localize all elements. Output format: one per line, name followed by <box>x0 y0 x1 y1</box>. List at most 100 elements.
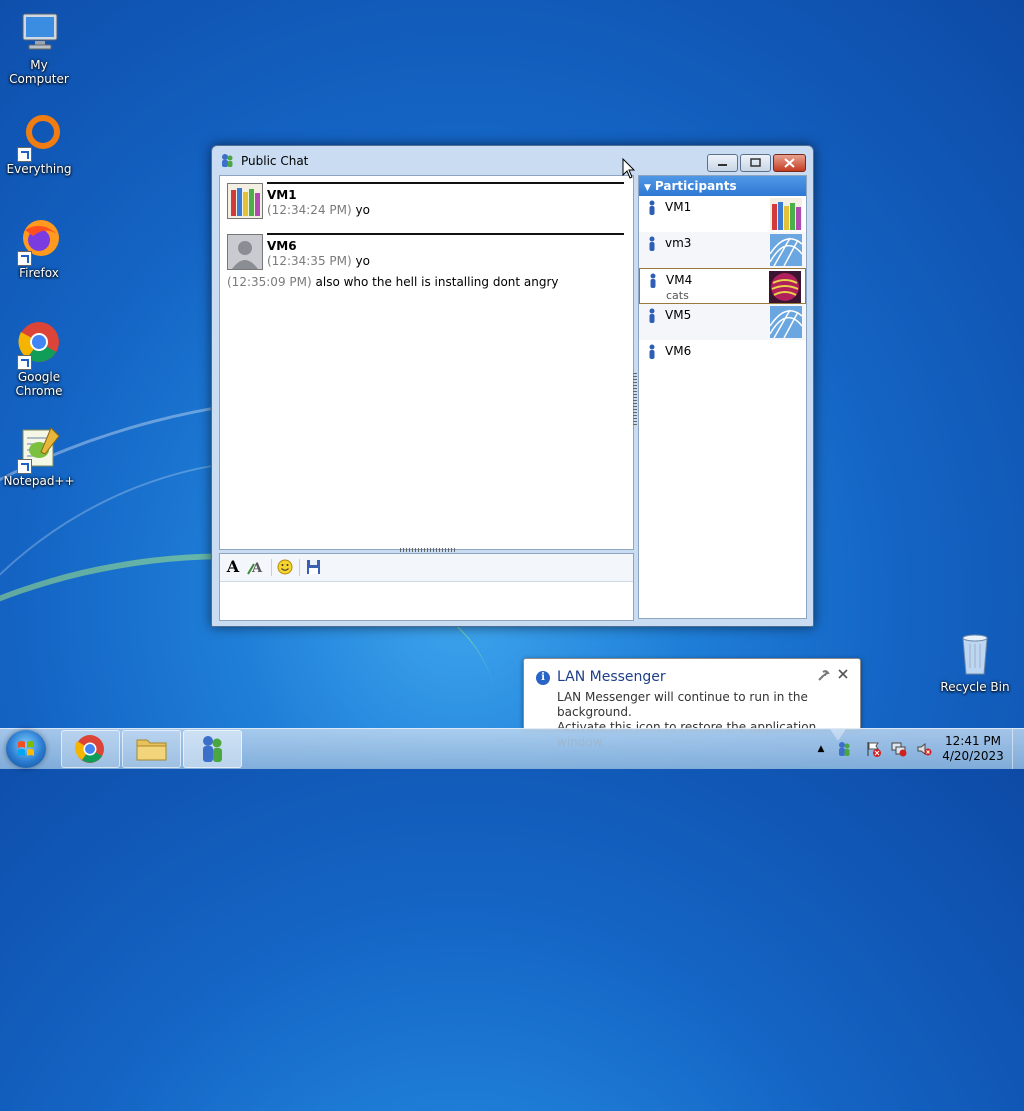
message-time: (12:34:35 PM) <box>267 254 352 268</box>
firefox-icon <box>15 216 63 266</box>
desktop-icon-google-chrome[interactable]: Google Chrome <box>0 320 78 398</box>
tray-volume[interactable] <box>916 741 932 757</box>
participant-name: vm3 <box>665 236 692 250</box>
user-status-icon <box>649 344 655 359</box>
title-bar[interactable]: Public Chat <box>212 146 813 174</box>
avatar <box>227 234 263 270</box>
message-text: yo <box>355 203 370 217</box>
network-icon <box>891 742 907 757</box>
horizontal-splitter-handle[interactable] <box>400 548 455 552</box>
chrome-icon <box>75 735 104 763</box>
everything-icon <box>15 112 63 162</box>
close-icon <box>838 669 848 679</box>
show-hidden-icons-button[interactable]: ▲ <box>813 741 829 757</box>
message-divider <box>267 233 624 235</box>
message-line: (12:35:09 PM) also who the hell is insta… <box>227 275 559 289</box>
maximize-button[interactable] <box>740 154 771 172</box>
chevron-down-icon: ▼ <box>644 183 651 193</box>
smiley-icon <box>277 559 293 575</box>
svg-text:A: A <box>251 561 263 576</box>
shortcut-arrow-icon <box>17 355 32 370</box>
shortcut-arrow-icon <box>17 251 32 266</box>
font-color-button[interactable]: A <box>246 558 266 576</box>
toolbar-separator <box>271 559 272 576</box>
participant-avatar <box>770 306 802 338</box>
save-conversation-button[interactable] <box>303 558 323 576</box>
desktop-icon-label: Notepad++ <box>3 474 75 488</box>
avatar <box>227 183 263 219</box>
computer-icon <box>15 8 63 56</box>
taskbar-clock[interactable]: 12:41 PM 4/20/2023 <box>940 734 1006 764</box>
lan-messenger-icon <box>839 742 850 756</box>
participant-item[interactable]: VM4 cats <box>639 268 806 304</box>
lan-messenger-icon <box>203 736 222 762</box>
message-divider <box>267 182 624 184</box>
participant-item[interactable]: vm3 <box>639 232 806 268</box>
message-time: (12:35:09 PM) <box>227 275 312 289</box>
notepad-plus-plus-icon <box>15 424 63 474</box>
show-desktop-button[interactable] <box>1012 729 1024 769</box>
participant-avatar <box>770 198 802 230</box>
info-icon: i <box>536 671 550 685</box>
taskbar-chrome[interactable] <box>61 730 120 768</box>
notification-close-button[interactable] <box>836 667 850 681</box>
clock-time: 12:41 PM <box>945 734 1001 748</box>
desktop-icon-label: Everything <box>6 162 72 176</box>
taskbar-lan-messenger[interactable] <box>183 730 242 768</box>
volume-muted-icon <box>917 743 932 756</box>
desktop-icon-label: Recycle Bin <box>940 680 1010 694</box>
user-status-icon <box>649 200 655 215</box>
minimize-button[interactable] <box>707 154 738 172</box>
desktop-icon-my-computer[interactable]: My Computer <box>0 8 78 86</box>
shortcut-arrow-icon <box>17 147 32 162</box>
tray-action-center[interactable] <box>866 741 882 757</box>
message-input[interactable] <box>220 582 631 618</box>
participant-name: VM4 <box>666 273 693 287</box>
shortcut-arrow-icon <box>17 459 32 474</box>
notification-title: LAN Messenger <box>557 669 666 685</box>
desktop-icon-recycle-bin[interactable]: Recycle Bin <box>936 630 1014 694</box>
mouse-cursor-icon <box>622 158 636 179</box>
notification-balloon[interactable]: i LAN Messenger LAN Messenger will conti… <box>523 658 861 749</box>
participant-name: VM6 <box>665 344 692 358</box>
clock-date: 4/20/2023 <box>942 749 1004 763</box>
message-line: (12:34:24 PM) yo <box>267 203 370 217</box>
desktop-icon-notepad-plus-plus[interactable]: Notepad++ <box>0 424 78 488</box>
participant-item[interactable]: VM5 <box>639 304 806 340</box>
conversation-area[interactable]: VM1 (12:34:24 PM) yo VM6 (12:34:35 PM) y… <box>219 175 634 550</box>
notification-line: LAN Messenger will continue to run in th… <box>557 690 808 719</box>
participants-header[interactable]: ▼ Participants <box>639 176 806 196</box>
message-sender: VM1 <box>267 188 297 202</box>
desktop-icon-firefox[interactable]: Firefox <box>0 216 78 280</box>
desktop-icon-everything[interactable]: Everything <box>0 112 78 176</box>
start-button[interactable] <box>6 730 46 768</box>
compose-toolbar: A A <box>220 554 633 582</box>
user-status-icon <box>649 236 655 251</box>
tray-lan-messenger[interactable] <box>836 741 852 757</box>
folder-icon <box>136 739 167 761</box>
message-time: (12:34:24 PM) <box>267 203 352 217</box>
font-button[interactable]: A <box>223 558 243 576</box>
participant-name: VM1 <box>665 200 692 214</box>
participants-panel: ▼ Participants VM1 vm3 VM4 cats VM5 VM6 <box>638 175 807 619</box>
tray-network[interactable] <box>891 741 907 757</box>
save-icon <box>307 560 320 574</box>
close-button[interactable] <box>773 154 806 172</box>
flag-warning-icon <box>867 742 881 757</box>
participant-item[interactable]: VM1 <box>639 196 806 232</box>
taskbar-file-explorer[interactable] <box>122 730 181 768</box>
minimize-icon <box>718 164 727 166</box>
emoticon-button[interactable] <box>275 558 295 576</box>
vertical-splitter-handle[interactable] <box>633 371 637 425</box>
message-sender: VM6 <box>267 239 297 253</box>
participant-item[interactable]: VM6 <box>639 340 806 376</box>
user-status-icon <box>650 273 656 288</box>
participant-avatar <box>769 271 801 303</box>
wrench-icon[interactable] <box>816 669 830 683</box>
recycle-bin-icon <box>951 630 999 678</box>
message-text: yo <box>355 254 370 268</box>
chrome-icon <box>15 320 63 370</box>
window-title: Public Chat <box>241 154 309 168</box>
public-chat-window[interactable]: Public Chat VM1 (12:34:24 PM) yo VM6 (12… <box>211 145 814 627</box>
desktop-icon-label: Firefox <box>19 266 59 280</box>
